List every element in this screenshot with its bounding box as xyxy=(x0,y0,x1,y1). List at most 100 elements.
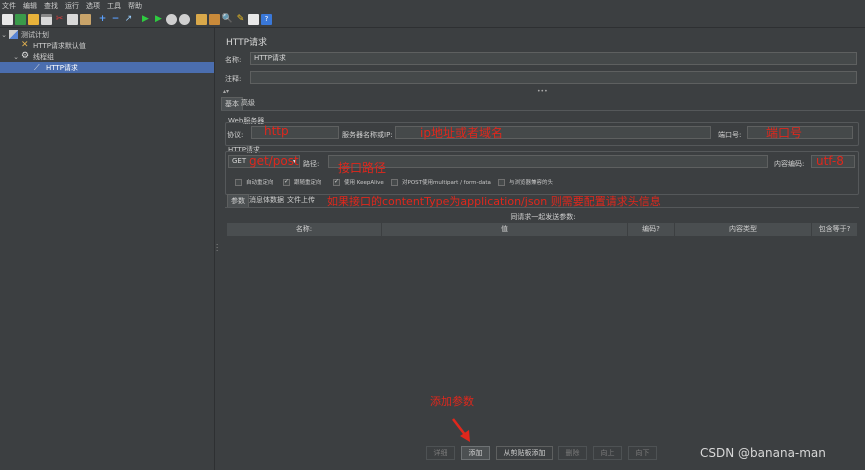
chevron-down-icon[interactable]: ⌄ xyxy=(0,31,8,39)
checkbox-label: 自动重定向 xyxy=(246,180,274,186)
comment-label: 注释: xyxy=(225,75,242,83)
stop-icon[interactable] xyxy=(166,13,177,25)
toggle-icon[interactable]: ↗ xyxy=(123,14,134,25)
page-title: HTTP请求 xyxy=(226,38,268,48)
name-field[interactable]: HTTP请求 xyxy=(250,52,857,65)
chevron-down-icon[interactable]: ⌄ xyxy=(12,53,20,61)
tree-item-test-plan[interactable]: ⌄ 测试计划 xyxy=(0,29,215,40)
table-caption: 同请求一起发送参数: xyxy=(510,213,576,221)
new-icon[interactable] xyxy=(2,13,13,25)
menu-edit[interactable]: 编辑 xyxy=(23,1,37,11)
encoding-label: 内容编码: xyxy=(774,160,805,168)
tree-item-label: HTTP请求默认值 xyxy=(33,41,86,50)
auto-redirect-checkbox[interactable]: 自动重定向 xyxy=(235,178,274,186)
keepalive-checkbox[interactable]: ✓ 使用 KeepAlive xyxy=(333,178,384,186)
config-icon: ✕ xyxy=(21,40,29,50)
templates-icon[interactable] xyxy=(15,13,26,25)
open-icon[interactable] xyxy=(28,13,39,25)
tree-item-http-request[interactable]: ⟋ HTTP请求 xyxy=(0,62,214,73)
annotation-server: ip地址或者域名 xyxy=(420,126,503,140)
path-label: 路径: xyxy=(303,160,320,168)
http-request-panel: HTTP请求 名称: HTTP请求 注释: ▴▾ ••• 基本 高级 Web服务… xyxy=(221,28,865,470)
shutdown-icon[interactable] xyxy=(179,13,190,25)
method-value: GET xyxy=(232,157,247,165)
checkbox-label: 对POST使用multipart / form-data xyxy=(402,180,491,186)
tree-item-label: 测试计划 xyxy=(21,30,49,39)
reset-search-icon[interactable]: ✎ xyxy=(235,14,246,25)
annotation-content-type-note: 如果接口的contentType为application/json 则需要配置请… xyxy=(327,195,661,208)
move-up-button[interactable]: 向上 xyxy=(593,446,622,460)
add-button[interactable]: 添加 xyxy=(461,446,490,460)
menu-search[interactable]: 查找 xyxy=(44,1,58,11)
annotation-protocol: http xyxy=(264,124,289,138)
tab-body-data[interactable]: 消息体数据 xyxy=(246,194,287,206)
column-header-value[interactable]: 值 xyxy=(382,223,628,236)
thread-group-icon: ⚙ xyxy=(21,51,30,61)
tab-advanced[interactable]: 高级 xyxy=(238,97,258,109)
paste-icon[interactable] xyxy=(80,13,91,25)
server-label: 服务器名称或IP: xyxy=(342,131,393,139)
protocol-label: 协议: xyxy=(227,131,244,139)
tree-item-label: HTTP请求 xyxy=(46,63,78,72)
arrow-icon xyxy=(452,418,470,442)
browser-headers-checkbox[interactable]: 与浏览器兼容的头 xyxy=(498,178,553,186)
tree-item-label: 线程组 xyxy=(33,52,54,61)
annotation-encoding: utf-8 xyxy=(816,154,844,168)
column-header-name[interactable]: 名称: xyxy=(227,223,382,236)
start-no-pause-icon[interactable]: ▶ xyxy=(153,14,164,25)
column-header-encode[interactable]: 编码? xyxy=(628,223,675,236)
checkbox-box xyxy=(235,178,242,186)
path-field[interactable] xyxy=(328,155,768,168)
checkbox-label: 使用 KeepAlive xyxy=(344,180,384,186)
sampler-icon: ⟋ xyxy=(34,63,40,72)
test-plan-icon xyxy=(9,30,18,39)
menu-file[interactable]: 文件 xyxy=(2,1,16,11)
clear-icon[interactable] xyxy=(196,13,207,25)
annotation-path: 接口路径 xyxy=(338,161,387,175)
save-icon[interactable] xyxy=(41,13,52,25)
multipart-checkbox[interactable]: 对POST使用multipart / form-data xyxy=(391,178,491,186)
toolbar: ✂ + − ↗ ▶ ▶ 🔍 ✎ ? xyxy=(0,11,865,28)
move-down-button[interactable]: 向下 xyxy=(628,446,657,460)
follow-redirects-checkbox[interactable]: ✓ 跟随重定向 xyxy=(283,178,322,186)
collapse-icon[interactable]: − xyxy=(110,14,121,25)
column-header-include-equals[interactable]: 包含等于? xyxy=(812,223,857,236)
cut-icon[interactable]: ✂ xyxy=(54,14,65,25)
annotation-port: 端口号 xyxy=(766,126,803,140)
menu-run[interactable]: 运行 xyxy=(65,1,79,11)
expand-icon[interactable]: + xyxy=(97,14,108,25)
tab-file-upload[interactable]: 文件上传 xyxy=(284,194,318,206)
delete-button[interactable]: 删除 xyxy=(558,446,587,460)
annotation-add-params: 添加参数 xyxy=(430,395,474,408)
checkbox-label: 与浏览器兼容的头 xyxy=(509,180,554,186)
checkbox-box xyxy=(391,178,398,186)
column-header-content-type[interactable]: 内容类型 xyxy=(675,223,812,236)
comment-field[interactable] xyxy=(250,71,857,84)
start-icon[interactable]: ▶ xyxy=(140,14,151,25)
params-table-header: 名称: 值 编码? 内容类型 包含等于? xyxy=(227,223,857,236)
search-icon[interactable]: 🔍 xyxy=(222,14,233,25)
help-icon[interactable]: ? xyxy=(261,13,272,25)
tree-item-thread-group[interactable]: ⌄ ⚙ 线程组 xyxy=(12,51,215,62)
splitter-grip[interactable]: · · · xyxy=(216,242,218,255)
menu-tools[interactable]: 工具 xyxy=(107,1,121,11)
collapse-bar[interactable]: ▴▾ ••• xyxy=(221,88,865,96)
checkbox-label: 跟随重定向 xyxy=(294,180,322,186)
params-table-body[interactable] xyxy=(227,236,857,442)
function-helper-icon[interactable] xyxy=(248,13,259,25)
port-label: 端口号: xyxy=(718,131,742,139)
checkmark-icon: ✓ xyxy=(283,178,290,186)
menu-help[interactable]: 帮助 xyxy=(128,1,142,11)
clear-all-icon[interactable] xyxy=(209,13,220,25)
checkmark-icon: ✓ xyxy=(333,178,340,186)
name-label: 名称: xyxy=(225,56,242,64)
detail-button[interactable]: 详细 xyxy=(426,446,455,460)
add-from-clipboard-button[interactable]: 从剪贴板添加 xyxy=(496,446,553,460)
copy-icon[interactable] xyxy=(67,13,78,25)
checkbox-box xyxy=(498,178,505,186)
menu-bar: 文件 编辑 查找 运行 选项 工具 帮助 xyxy=(0,0,865,11)
tree-item-http-defaults[interactable]: ✕ HTTP请求默认值 xyxy=(12,40,215,51)
menu-options[interactable]: 选项 xyxy=(86,1,100,11)
test-plan-tree: ⌄ 测试计划 ✕ HTTP请求默认值 ⌄ ⚙ 线程组 ⟋ HTTP请求 xyxy=(0,28,215,470)
watermark: CSDN @banana-man xyxy=(700,446,826,460)
